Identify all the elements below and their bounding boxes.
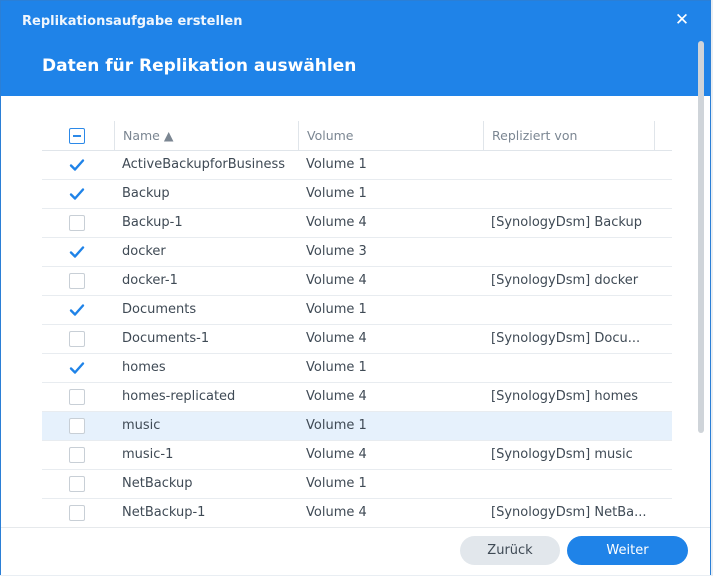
row-replicated-from: [SynologyDsm] Backup	[491, 215, 643, 230]
checkbox-checked[interactable]	[69, 157, 85, 173]
row-volume: Volume 4	[306, 273, 367, 288]
checkbox-unchecked[interactable]	[69, 447, 85, 463]
checkbox-unchecked[interactable]	[69, 273, 85, 289]
table-row[interactable]: docker Volume 3	[42, 238, 672, 267]
row-name: ActiveBackupforBusiness	[122, 157, 286, 172]
checkmark-icon	[69, 304, 85, 316]
scrollbar[interactable]	[698, 41, 704, 433]
table-row[interactable]: Documents Volume 1	[42, 296, 672, 325]
row-replicated-from	[491, 412, 647, 440]
row-name: NetBackup-1	[122, 505, 206, 520]
checkbox-checked[interactable]	[69, 302, 85, 318]
row-volume: Volume 4	[306, 505, 367, 520]
dialog-footer: Zurück Weiter	[1, 527, 710, 575]
row-name: music	[122, 418, 161, 433]
row-name: homes	[122, 360, 166, 375]
dialog-header: Replikationsaufgabe erstellen ✕ Daten fü…	[1, 1, 710, 96]
checkbox-unchecked[interactable]	[69, 505, 85, 521]
table-row[interactable]: Documents-1 Volume 4 [SynologyDsm] Docu...	[42, 325, 672, 354]
checkbox-unchecked[interactable]	[69, 331, 85, 347]
checkbox-unchecked[interactable]	[69, 215, 85, 231]
row-replicated-from: [SynologyDsm] music	[491, 447, 633, 462]
next-button[interactable]: Weiter	[567, 536, 688, 565]
table-row[interactable]: Backup Volume 1	[42, 180, 672, 209]
row-name: homes-replicated	[122, 389, 236, 404]
row-name: NetBackup	[122, 476, 193, 491]
row-replicated-from	[491, 354, 647, 382]
checkbox-unchecked[interactable]	[69, 389, 85, 405]
row-name: Documents-1	[122, 331, 210, 346]
row-volume: Volume 4	[306, 331, 367, 346]
row-name: Documents	[122, 302, 197, 317]
checkbox-checked[interactable]	[69, 360, 85, 376]
table-body: ActiveBackupforBusiness Volume 1 Backup Vol…	[42, 151, 672, 527]
select-all-checkbox[interactable]	[69, 128, 85, 144]
row-volume: Volume 1	[306, 302, 367, 317]
row-volume: Volume 4	[306, 215, 367, 230]
checkmark-icon	[69, 362, 85, 374]
row-volume: Volume 4	[306, 389, 367, 404]
column-header-name[interactable]: Name ▲	[114, 121, 299, 150]
row-replicated-from	[491, 296, 647, 324]
table-row[interactable]: homes Volume 1	[42, 354, 672, 383]
checkmark-icon	[69, 246, 85, 258]
row-volume: Volume 1	[306, 360, 367, 375]
checkbox-unchecked[interactable]	[69, 476, 85, 492]
column-header-volume[interactable]: Volume	[298, 121, 484, 150]
checkbox-unchecked[interactable]	[69, 418, 85, 434]
table-row[interactable]: NetBackup Volume 1	[42, 470, 672, 499]
table-row[interactable]: music-1 Volume 4 [SynologyDsm] music	[42, 441, 672, 470]
row-volume: Volume 1	[306, 476, 367, 491]
back-button[interactable]: Zurück	[460, 536, 560, 565]
row-replicated-from: [SynologyDsm] NetBa...	[491, 505, 647, 520]
row-volume: Volume 1	[306, 186, 367, 201]
column-header-replicated-from[interactable]: Repliziert von	[483, 121, 655, 150]
row-name: Backup	[122, 186, 170, 201]
row-replicated-from	[491, 238, 647, 266]
row-replicated-from: [SynologyDsm] docker	[491, 273, 639, 288]
row-volume: Volume 1	[306, 418, 367, 433]
checkmark-icon	[69, 159, 85, 171]
table-row[interactable]: NetBackup-1 Volume 4 [SynologyDsm] NetBa..…	[42, 499, 672, 527]
row-replicated-from	[491, 151, 647, 179]
table-row[interactable]: homes-replicated Volume 4 [SynologyDsm] ho…	[42, 383, 672, 412]
row-replicated-from	[491, 180, 647, 208]
row-name: docker-1	[122, 273, 178, 288]
row-name: Backup-1	[122, 215, 183, 230]
table-row[interactable]: Backup-1 Volume 4 [SynologyDsm] Backup	[42, 209, 672, 238]
close-icon[interactable]: ✕	[672, 10, 692, 30]
row-replicated-from: [SynologyDsm] Docu...	[491, 331, 641, 346]
checkmark-icon	[69, 188, 85, 200]
shared-folder-table: Name ▲ Volume Repliziert von ActiveBacku…	[42, 121, 672, 527]
row-name: docker	[122, 244, 166, 259]
checkbox-checked[interactable]	[69, 186, 85, 202]
row-volume: Volume 1	[306, 157, 367, 172]
table-row[interactable]: docker-1 Volume 4 [SynologyDsm] docker	[42, 267, 672, 296]
table-header: Name ▲ Volume Repliziert von	[42, 121, 672, 151]
row-replicated-from: [SynologyDsm] homes	[491, 389, 638, 404]
checkbox-checked[interactable]	[69, 244, 85, 260]
table-row[interactable]: music Volume 1	[42, 412, 672, 441]
row-replicated-from	[491, 470, 647, 498]
row-name: music-1	[122, 447, 174, 462]
table-row[interactable]: ActiveBackupforBusiness Volume 1	[42, 151, 672, 180]
row-volume: Volume 4	[306, 447, 367, 462]
row-volume: Volume 3	[306, 244, 367, 259]
replication-dialog: Replikationsaufgabe erstellen ✕ Daten fü…	[0, 0, 711, 575]
dialog-title: Replikationsaufgabe erstellen	[22, 14, 243, 29]
dialog-subtitle: Daten für Replikation auswählen	[42, 56, 357, 76]
